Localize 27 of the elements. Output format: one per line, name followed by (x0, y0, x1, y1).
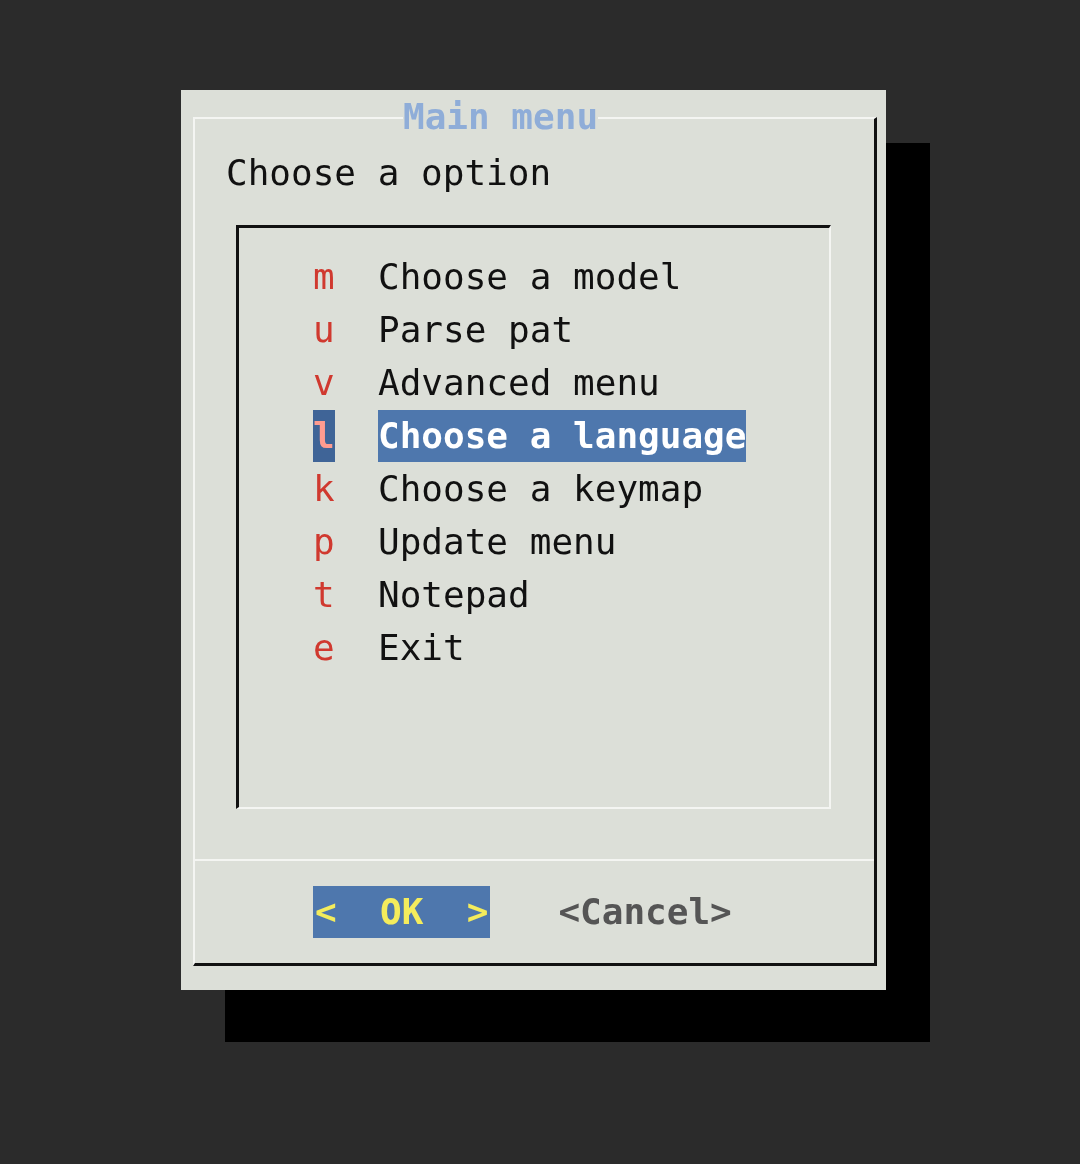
cancel-button[interactable]: <Cancel> (556, 886, 734, 938)
menu-item[interactable]: e Exit (313, 621, 829, 674)
menu-key: p (313, 515, 335, 568)
ok-button[interactable]: < OK > (313, 886, 491, 938)
prompt-text: Choose a option (226, 151, 553, 195)
menu-item[interactable]: m Choose a model (313, 250, 829, 303)
menu-label: Choose a keymap (378, 466, 704, 511)
menu-key: l (313, 409, 335, 462)
menu-key: t (313, 568, 335, 621)
menu-label: Choose a model (378, 254, 682, 299)
menu-item[interactable]: p Update menu (313, 515, 829, 568)
menu-key: e (313, 621, 335, 674)
menu-label: Notepad (378, 572, 530, 617)
menu-item[interactable]: k Choose a keymap (313, 462, 829, 515)
menu-label: Choose a language (378, 409, 747, 462)
menu-label: Advanced menu (378, 360, 660, 405)
menu-item[interactable]: t Notepad (313, 568, 829, 621)
menu-label: Parse pat (378, 307, 574, 352)
menu-item[interactable]: v Advanced menu (313, 356, 829, 409)
menu-key: m (313, 250, 335, 303)
menu-label: Exit (378, 625, 465, 670)
menu-label: Update menu (378, 519, 617, 564)
menu-key: v (313, 356, 335, 409)
menu-key: k (313, 462, 335, 515)
menu-key: u (313, 303, 335, 356)
menu-item[interactable]: u Parse pat (313, 303, 829, 356)
menu-item[interactable]: l Choose a language (313, 409, 829, 462)
